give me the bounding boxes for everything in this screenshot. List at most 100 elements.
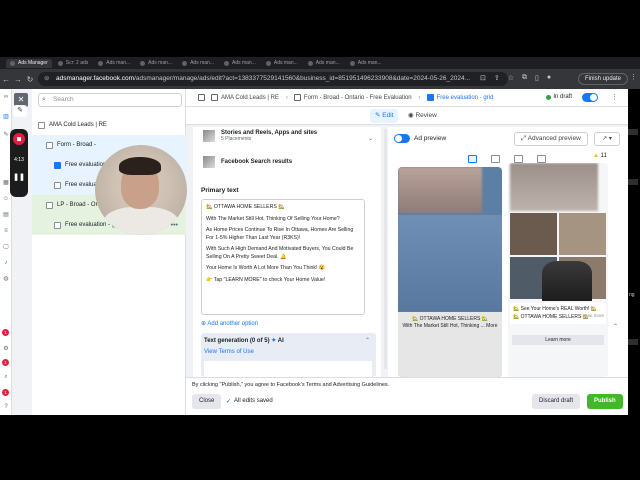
people-icon[interactable]: ☺ bbox=[2, 195, 10, 203]
landscape-view-icon[interactable] bbox=[537, 155, 546, 163]
browser-tab[interactable]: Ads man... bbox=[220, 59, 260, 68]
screen: Ads Manager Scr: 2 ads Ads man... Ads ma… bbox=[0, 57, 640, 415]
add-another-option-link[interactable]: ⊕ Add another option bbox=[201, 320, 258, 327]
stop-recording-button[interactable] bbox=[13, 133, 25, 145]
site-info-icon[interactable]: ⊜ bbox=[44, 72, 49, 86]
more-options-icon[interactable]: ⋮ bbox=[611, 93, 618, 101]
browser-menu-icon[interactable]: ⋮ bbox=[630, 73, 637, 81]
checkbox[interactable] bbox=[54, 161, 61, 169]
warning-icon: ▲ bbox=[593, 153, 599, 159]
tree-item-campaign[interactable]: AMA Cold Leads | RE bbox=[32, 115, 186, 135]
checkbox[interactable] bbox=[46, 141, 53, 149]
breadcrumb-ad[interactable]: Free evaluation - grid bbox=[426, 94, 493, 101]
blurred-header-image bbox=[510, 163, 598, 211]
sparkle-icon: ✦ bbox=[271, 338, 277, 344]
view-terms-link[interactable]: View Terms of Use bbox=[204, 349, 373, 355]
annotation-pen-icon[interactable]: ✎ bbox=[13, 105, 27, 117]
browser-actions: ⊡ ⇪ ☆ ⧉ ▯ ● bbox=[480, 74, 551, 82]
placement-group[interactable]: Facebook Search results bbox=[203, 153, 292, 171]
chevron-down-icon[interactable]: ⌄ bbox=[368, 135, 373, 142]
share-dropdown-button[interactable]: ↗ ▾ bbox=[594, 132, 620, 146]
calendar-icon[interactable]: ▤ bbox=[2, 211, 10, 219]
editor-footer: By clicking "Publish," you agree to Face… bbox=[186, 377, 628, 415]
meta-logo-icon[interactable]: ∞ bbox=[2, 93, 10, 101]
share-icon[interactable]: ⇪ bbox=[494, 74, 500, 82]
adjacent-window-edge: ng bbox=[628, 89, 640, 415]
publish-disclaimer: By clicking "Publish," you agree to Face… bbox=[192, 382, 390, 388]
placement-group[interactable]: Stories and Reels, Apps and sites 5 Place… bbox=[203, 127, 317, 145]
search-icon[interactable]: ⌕ bbox=[2, 373, 10, 381]
panel-toggle-icon[interactable] bbox=[198, 94, 205, 101]
warnings-indicator[interactable]: ▲ 11 bbox=[593, 153, 607, 159]
advanced-preview-button[interactable]: ⤢ Advanced preview bbox=[514, 132, 588, 146]
checkbox[interactable] bbox=[54, 181, 61, 189]
url-field[interactable]: ⊜ adsmanager.facebook.com/adsmanager/mana… bbox=[38, 72, 508, 86]
tab-edit[interactable]: ✎ Edit bbox=[370, 109, 399, 123]
see-more-link[interactable]: ... See more bbox=[579, 313, 604, 318]
favicon-icon bbox=[265, 60, 271, 66]
discard-draft-button[interactable]: Discard draft bbox=[532, 394, 581, 409]
form-scrollbar[interactable] bbox=[384, 129, 387, 369]
ad-creative-form: Stories and Reels, Apps and sites 5 Place… bbox=[193, 127, 381, 377]
settings-icon[interactable]: ⚙ bbox=[2, 345, 10, 353]
sidebar-icon[interactable]: ▯ bbox=[535, 74, 539, 82]
feed-view-icon[interactable] bbox=[468, 155, 477, 163]
browser-tab[interactable]: Ads man... bbox=[178, 59, 218, 68]
publish-button[interactable]: Publish bbox=[587, 394, 623, 409]
search-input[interactable]: ⌕ Search bbox=[38, 93, 182, 107]
forward-icon[interactable]: → bbox=[12, 75, 24, 84]
translate-icon[interactable]: ⊡ bbox=[480, 74, 486, 82]
extensions-icon[interactable]: ⧉ bbox=[522, 74, 527, 82]
square-view-icon[interactable] bbox=[491, 155, 500, 163]
story-preview-card[interactable]: 🏡 OTTAWA HOME SELLERS 🏡 With The Market … bbox=[398, 167, 502, 377]
ad-on-off-toggle[interactable] bbox=[582, 93, 598, 102]
ad-preview-panel: Ad preview ⤢ Advanced preview ↗ ▾ ▲ 11 🏡… bbox=[388, 127, 628, 377]
breadcrumb-adset[interactable]: Form - Broad - Ontario - Free Evaluation… bbox=[293, 94, 421, 101]
ad-preview-toggle[interactable] bbox=[394, 134, 410, 143]
chart-icon[interactable]: ▥ bbox=[2, 113, 10, 121]
check-icon: ✓ bbox=[226, 399, 232, 405]
bell-icon[interactable]: ♪ bbox=[2, 259, 10, 267]
profile-icon[interactable]: ● bbox=[547, 74, 551, 82]
help-icon[interactable]: ? bbox=[2, 403, 10, 411]
checkbox[interactable] bbox=[38, 121, 45, 129]
finish-update-button[interactable]: Finish update bbox=[577, 73, 628, 85]
browser-tab[interactable]: Ads Manager bbox=[6, 58, 52, 68]
learn-more-button[interactable]: Learn more bbox=[512, 335, 604, 345]
checkbox[interactable] bbox=[46, 201, 53, 209]
browser-tab[interactable]: Ads man... bbox=[304, 59, 344, 68]
reels-preview-card[interactable]: 🏡 See Your Home's REAL Worth! 🏡 🏡 OTTAWA… bbox=[508, 163, 608, 377]
primary-text-field[interactable]: 🏡 OTTAWA HOME SELLERS 🏡 With The Market … bbox=[201, 199, 365, 315]
terms-link[interactable]: Terms and Advertising Guidelines bbox=[306, 382, 388, 388]
browser-tab[interactable]: Scr: 2 ads bbox=[54, 59, 93, 68]
favicon-icon bbox=[98, 60, 104, 66]
browser-tab[interactable]: Ads man... bbox=[262, 59, 302, 68]
favicon-icon bbox=[223, 60, 229, 66]
text-generation-section: Text generation (0 of 5) ✦ AI View Terms… bbox=[201, 333, 376, 377]
chevron-up-icon[interactable]: ⌃ bbox=[365, 337, 370, 344]
close-button[interactable]: Close bbox=[192, 394, 222, 409]
notification-badge: 1 bbox=[2, 359, 9, 366]
browser-tab[interactable]: Ads man... bbox=[136, 59, 176, 68]
favicon-icon bbox=[307, 60, 313, 66]
browser-tab[interactable]: Ads man... bbox=[346, 59, 386, 68]
agent-photo bbox=[542, 261, 592, 301]
breadcrumb-campaign[interactable]: AMA Cold Leads | RE › bbox=[211, 94, 288, 101]
bag-icon[interactable]: ▢ bbox=[2, 243, 10, 251]
browser-tab[interactable]: Ads man... bbox=[94, 59, 134, 68]
tab-review[interactable]: ◉ Review bbox=[408, 109, 437, 123]
notification-badge: 1 bbox=[2, 389, 9, 396]
reload-icon[interactable]: ↻ bbox=[24, 75, 36, 84]
bookmark-star-icon[interactable]: ☆ bbox=[508, 74, 514, 82]
chevron-up-icon[interactable]: ⌃ bbox=[613, 323, 618, 330]
back-icon[interactable]: ← bbox=[0, 75, 12, 84]
checkbox[interactable] bbox=[54, 221, 61, 229]
pencil-icon[interactable]: ✎ bbox=[2, 131, 10, 139]
story-view-icon[interactable] bbox=[514, 155, 523, 163]
grid-icon[interactable]: ▦ bbox=[2, 179, 10, 187]
pause-icon[interactable]: ❚❚ bbox=[10, 173, 28, 181]
folder-icon bbox=[211, 94, 218, 101]
list-icon[interactable]: ≡ bbox=[2, 227, 10, 235]
globe-icon[interactable]: ◍ bbox=[2, 275, 10, 283]
placement-view-selector bbox=[468, 155, 546, 163]
